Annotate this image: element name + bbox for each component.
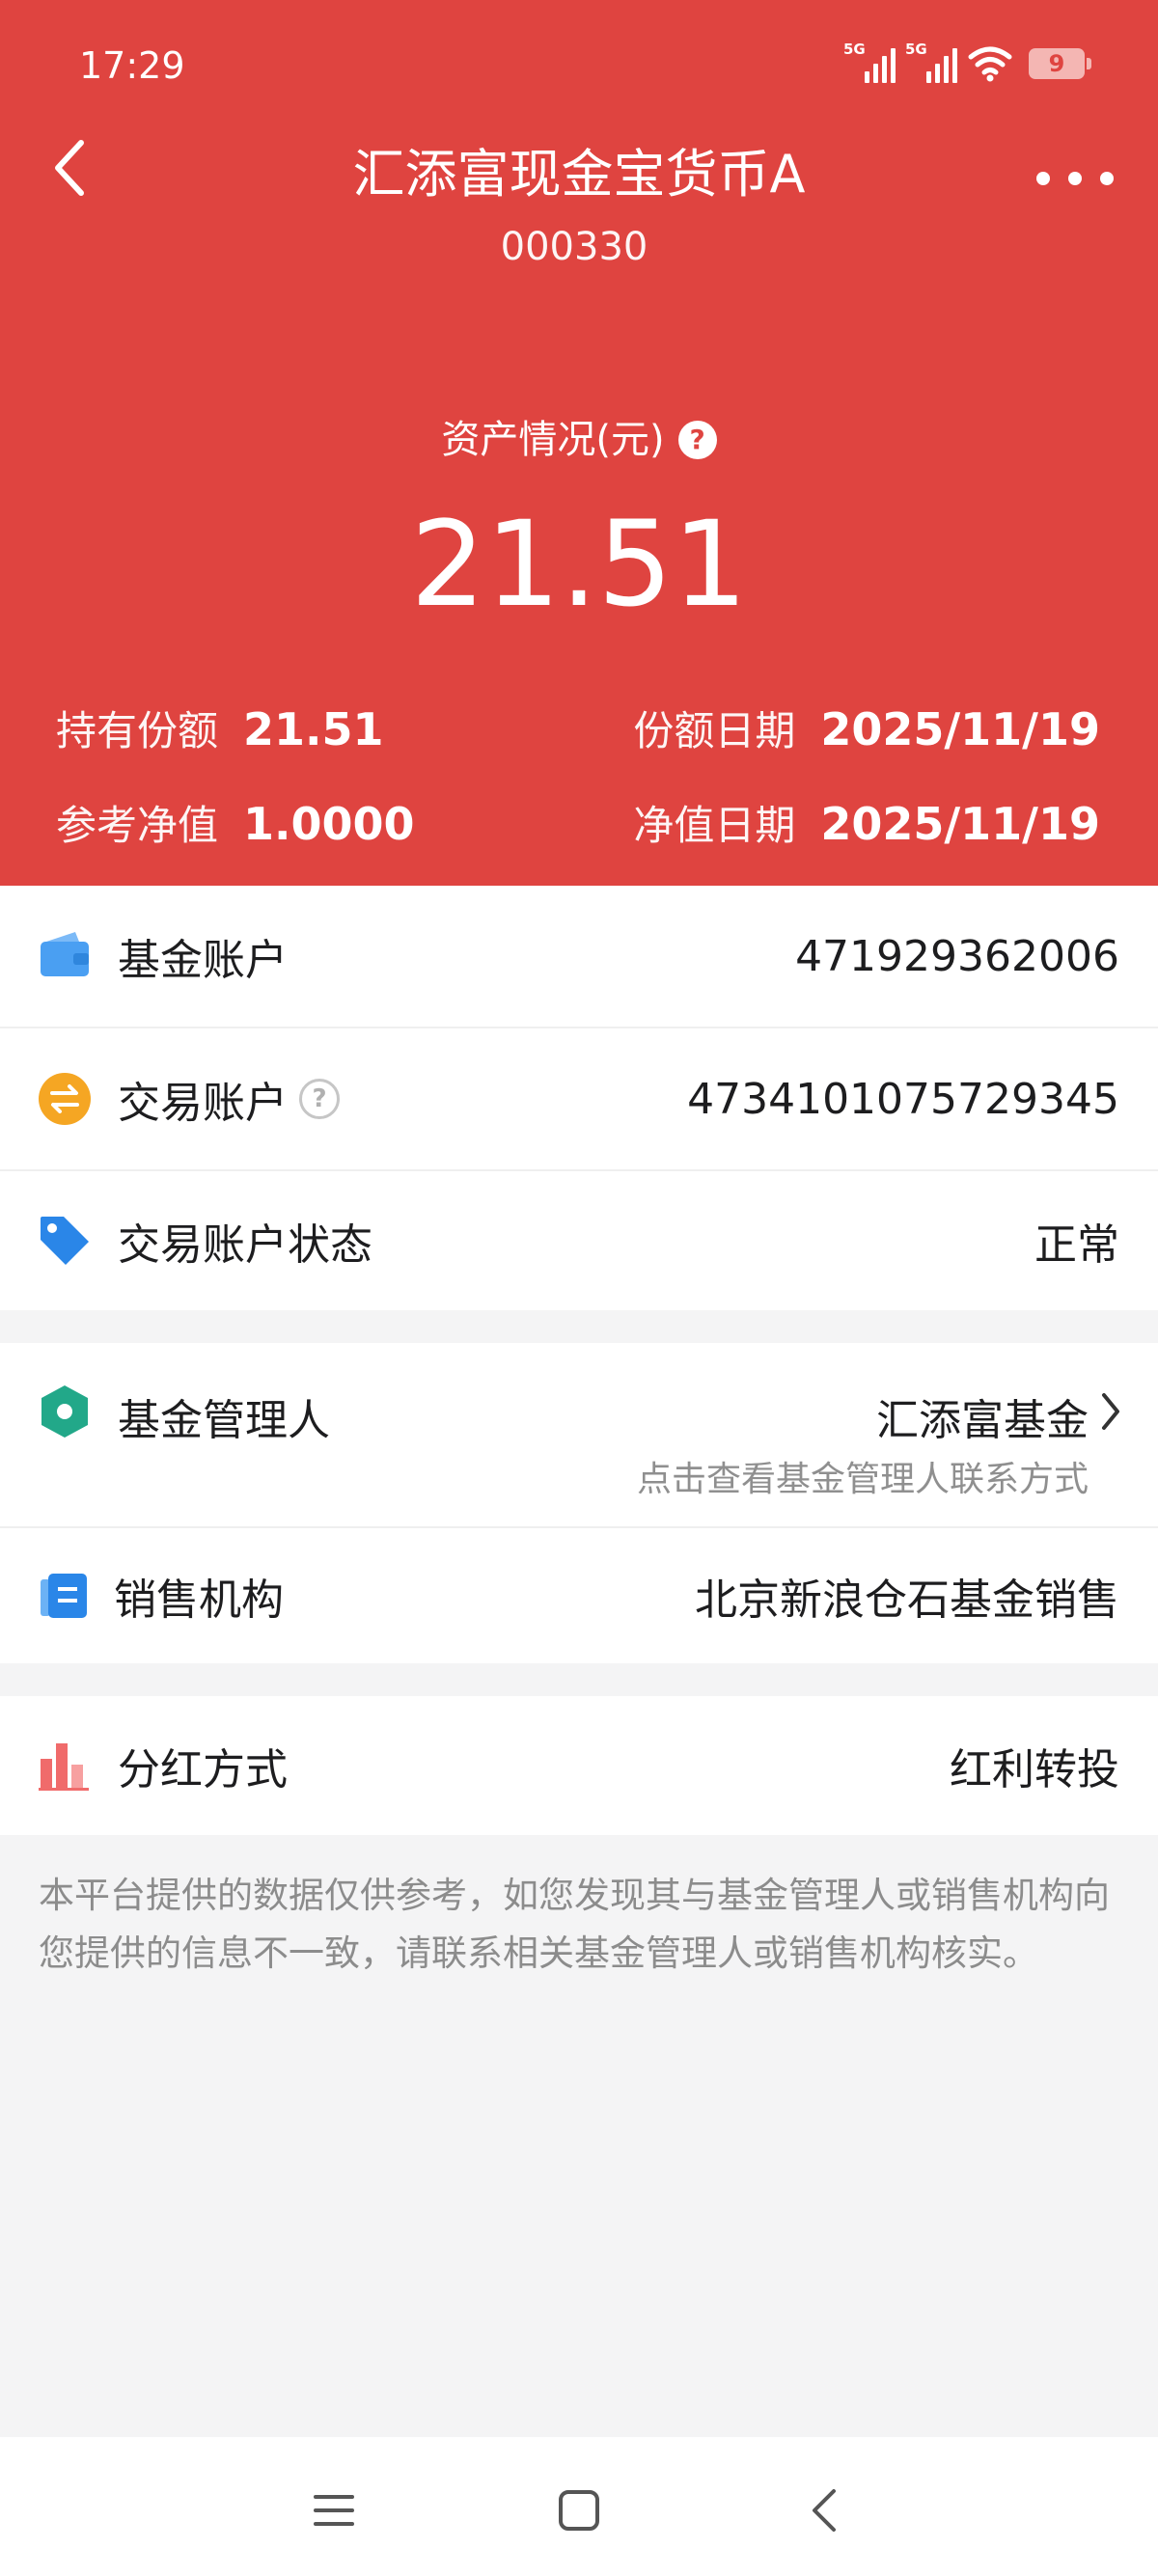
document-icon [41, 1574, 87, 1618]
status-icons: 5G 5G 9 [843, 39, 1091, 89]
system-nav-bar [0, 2437, 1158, 2576]
dividend-value: 红利转投 [950, 1745, 1119, 1795]
holding-shares: 持有份额 21.51 [56, 702, 384, 758]
fund-account-value: 471929362006 [795, 931, 1119, 981]
home-square-icon [559, 2490, 599, 2531]
fund-manager-value: 汇添富基金 [876, 1396, 1089, 1445]
status-time: 17:29 [79, 44, 185, 87]
dividend-card: 分红方式 红利转投 [0, 1696, 1158, 1835]
help-icon[interactable]: ? [677, 421, 717, 459]
system-back-button[interactable] [786, 2472, 863, 2549]
home-button[interactable] [540, 2472, 618, 2549]
wallet-icon [41, 932, 89, 976]
nav-date-value: 2025/11/19 [820, 798, 1100, 850]
disclaimer-text: 本平台提供的数据仅供参考，如您发现其与基金管理人或销售机构向您提供的信息不一致，… [39, 1875, 1110, 1974]
more-dot-icon [1068, 172, 1082, 185]
trade-status-label: 交易账户状态 [118, 1220, 372, 1270]
accounts-card: 基金账户 471929362006 交易账户 ? 473410107572934… [0, 886, 1158, 1310]
asset-label: 资产情况(元) ? [0, 413, 1158, 467]
help-icon[interactable]: ? [299, 1079, 340, 1119]
trade-account-label: 交易账户 ? [118, 1068, 340, 1130]
share-date-label: 份额日期 [633, 707, 796, 754]
signal-icon: 5G [905, 41, 957, 83]
trade-status-row: 交易账户状态 正常 [0, 1171, 1158, 1310]
trade-account-value: 4734101075729345 [687, 1074, 1119, 1124]
dividend-row: 分红方式 红利转投 [0, 1696, 1158, 1835]
more-dot-icon [1036, 172, 1050, 185]
signal-icon: 5G [843, 41, 896, 83]
nav-date-label: 净值日期 [633, 802, 796, 849]
fund-name: 汇添富现金宝货币A [352, 144, 806, 205]
trade-status-value: 正常 [1034, 1220, 1119, 1270]
fund-code: 000330 [500, 225, 648, 269]
trade-account-row: 交易账户 ? 4734101075729345 [0, 1028, 1158, 1169]
wifi-icon [968, 46, 1012, 82]
fund-manager-label: 基金管理人 [118, 1396, 330, 1445]
menu-button[interactable] [295, 2472, 372, 2549]
dividend-label: 分红方式 [118, 1745, 288, 1795]
holding-label: 持有份额 [56, 707, 219, 754]
sales-agency-value: 北京新浪仓石基金销售 [695, 1576, 1119, 1625]
menu-icon [314, 2495, 354, 2526]
fund-manager-hint[interactable]: 点击查看基金管理人联系方式 [637, 1451, 1089, 1501]
fund-manager-row[interactable]: 基金管理人 汇添富基金 点击查看基金管理人联系方式 [0, 1343, 1158, 1526]
signal-5g-label: 5G [843, 41, 866, 58]
back-triangle-icon [813, 2489, 836, 2532]
trade-account-label-text: 交易账户 [118, 1079, 288, 1128]
exchange-icon [39, 1073, 91, 1125]
hexagon-icon [41, 1385, 88, 1438]
share-date-value: 2025/11/19 [820, 703, 1100, 755]
fund-header: 17:29 5G 5G 9 汇添富现金宝货币A 000330 资产情况(元) ? [0, 0, 1158, 886]
battery-icon: 9 [1029, 48, 1091, 79]
nav-date: 净值日期 2025/11/19 [633, 797, 1100, 853]
nav-label: 参考净值 [56, 802, 219, 849]
sales-agency-label: 销售机构 [114, 1576, 284, 1625]
asset-label-text: 资产情况(元) [441, 418, 665, 462]
tag-icon [41, 1217, 89, 1265]
fund-account-label: 基金账户 [118, 936, 288, 985]
more-button[interactable] [1036, 154, 1114, 203]
asset-value: 21.51 [410, 496, 748, 633]
fund-account-row: 基金账户 471929362006 [0, 886, 1158, 1027]
sales-agency-row: 销售机构 北京新浪仓石基金销售 [0, 1528, 1158, 1663]
battery-level: 9 [1048, 50, 1065, 77]
holding-value: 21.51 [243, 703, 384, 755]
signal-5g-label: 5G [905, 41, 927, 58]
management-card: 基金管理人 汇添富基金 点击查看基金管理人联系方式 销售机构 北京新浪仓石基金销… [0, 1343, 1158, 1663]
share-date: 份额日期 2025/11/19 [633, 702, 1100, 758]
chevron-right-icon [1102, 1393, 1119, 1430]
more-dot-icon [1100, 172, 1114, 185]
bar-chart-icon [39, 1743, 89, 1791]
reference-nav: 参考净值 1.0000 [56, 797, 415, 853]
nav-value: 1.0000 [243, 798, 415, 850]
